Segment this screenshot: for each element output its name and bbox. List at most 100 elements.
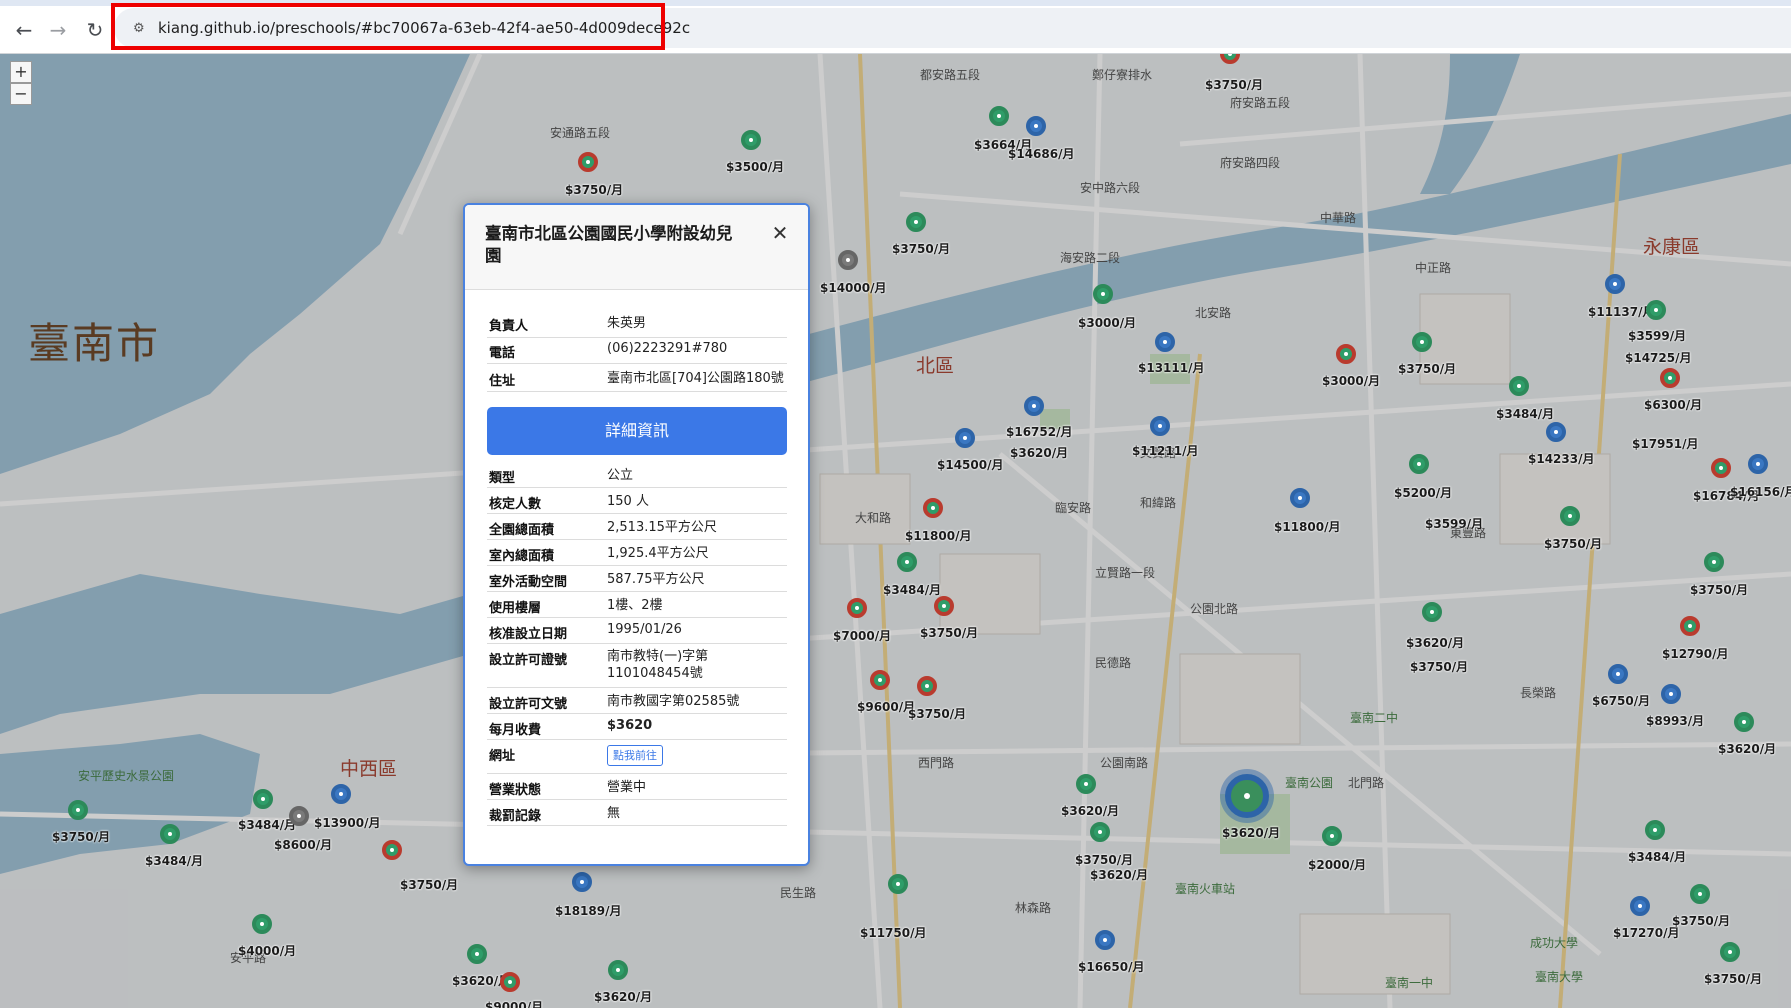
row-value: 公立 (607, 468, 634, 483)
preschool-marker[interactable] (1605, 274, 1625, 294)
preschool-marker[interactable] (1095, 930, 1115, 950)
preschool-marker[interactable] (1076, 774, 1096, 794)
zoom-out-button[interactable]: − (10, 83, 32, 105)
popup-header: 臺南市北區公園國民小學附設幼兒園 ✕ (465, 205, 808, 290)
preschool-marker[interactable] (934, 596, 954, 616)
preschool-marker[interactable] (1711, 458, 1731, 478)
preschool-marker[interactable] (1412, 332, 1432, 352)
price-label: $3599/月 (1628, 329, 1687, 343)
preschool-marker[interactable] (870, 670, 890, 690)
price-label: $3000/月 (1322, 374, 1381, 388)
preschool-marker[interactable] (1026, 116, 1046, 136)
arrow-right-icon[interactable]: → (46, 18, 70, 42)
poi-label: 臺南公園 (1285, 776, 1334, 790)
preschool-marker[interactable] (1546, 422, 1566, 442)
preschool-marker[interactable] (917, 676, 937, 696)
price-label: $14000/月 (820, 281, 887, 295)
preschool-marker[interactable] (1150, 416, 1170, 436)
arrow-left-icon[interactable]: ← (12, 18, 36, 42)
preschool-marker[interactable] (847, 598, 867, 618)
price-label: $5200/月 (1394, 486, 1453, 500)
preschool-marker[interactable] (1645, 820, 1665, 840)
close-icon[interactable]: ✕ (770, 223, 790, 243)
road-label: 林森路 (1015, 901, 1052, 915)
preschool-marker[interactable] (1024, 396, 1044, 416)
preschool-marker[interactable] (253, 789, 273, 809)
preschool-marker[interactable] (289, 806, 309, 826)
price-label: $14725/月 (1625, 351, 1692, 365)
district-label: 北區 (916, 355, 955, 377)
price-label: $3500/月 (726, 160, 785, 174)
price-label: $3750/月 (1205, 78, 1264, 92)
info-row: 負責人 朱英男 (487, 315, 787, 338)
preschool-marker[interactable] (572, 872, 592, 892)
reload-icon[interactable]: ↻ (83, 18, 107, 42)
info-row: 類型 公立 (487, 463, 787, 488)
preschool-marker[interactable] (1560, 506, 1580, 526)
price-label: $14233/月 (1528, 452, 1595, 466)
road-label: 安中路六段 (1080, 181, 1141, 195)
road-label: 立賢路一段 (1095, 566, 1156, 580)
preschool-marker[interactable] (68, 800, 88, 820)
preschool-marker[interactable] (608, 960, 628, 980)
preschool-marker[interactable] (1336, 344, 1356, 364)
preschool-marker[interactable] (1155, 332, 1175, 352)
preschool-marker[interactable] (741, 130, 761, 150)
zoom-in-button[interactable]: + (10, 61, 32, 83)
preschool-marker[interactable] (467, 944, 487, 964)
road-label: 大和路 (855, 511, 892, 525)
preschool-marker[interactable] (838, 250, 858, 270)
preschool-marker[interactable] (1704, 552, 1724, 572)
road-label: 西門路 (918, 756, 955, 770)
row-key: 營業狀態 (489, 783, 542, 798)
preschool-marker[interactable] (897, 552, 917, 572)
preschool-marker[interactable] (1660, 368, 1680, 388)
preschool-marker[interactable] (1690, 884, 1710, 904)
price-label: $3620/月 (1718, 742, 1777, 756)
preschool-marker[interactable] (331, 784, 351, 804)
preschool-marker[interactable] (888, 874, 908, 894)
selected-preschool-marker[interactable] (1225, 774, 1269, 818)
preschool-marker[interactable] (1422, 602, 1442, 622)
preschool-marker[interactable] (1509, 376, 1529, 396)
road-label: 都安路五段 (920, 68, 981, 82)
info-row: 每月收費 $3620 (487, 715, 787, 740)
preschool-marker[interactable] (1734, 712, 1754, 732)
preschool-marker[interactable] (1646, 300, 1666, 320)
preschool-marker[interactable] (1093, 284, 1113, 304)
price-label: $16156/月 (1730, 485, 1791, 499)
url-highlight-box (111, 3, 665, 50)
preschool-marker[interactable] (578, 152, 598, 172)
info-row: 使用樓層 1樓、2樓 (487, 593, 787, 618)
preschool-marker[interactable] (955, 428, 975, 448)
preschool-marker[interactable] (1608, 664, 1628, 684)
preschool-marker[interactable] (1630, 896, 1650, 916)
map-canvas[interactable]: + − 臺南市 北區 中西區 永康區 鄭仔寮排水 安通路五段 都安路五段 府安路… (0, 54, 1791, 1008)
preschool-marker[interactable] (160, 824, 180, 844)
price-label: $3620/月 (594, 990, 653, 1004)
preschool-marker[interactable] (1748, 454, 1768, 474)
preschool-marker[interactable] (1720, 942, 1740, 962)
preschool-marker[interactable] (1409, 454, 1429, 474)
map-base-layer (0, 54, 1791, 1008)
preschool-marker[interactable] (1661, 684, 1681, 704)
price-label: $9600/月 (857, 700, 916, 714)
preschool-marker[interactable] (252, 914, 272, 934)
preschool-marker[interactable] (1322, 826, 1342, 846)
owner-link[interactable]: 朱英男 (607, 315, 785, 332)
detail-button[interactable]: 詳細資訊 (487, 407, 787, 455)
preschool-marker[interactable] (989, 106, 1009, 126)
preschool-marker[interactable] (500, 972, 520, 992)
preschool-marker[interactable] (382, 840, 402, 860)
price-label: $3484/月 (883, 583, 942, 597)
preschool-marker[interactable] (1680, 616, 1700, 636)
preschool-marker[interactable] (906, 212, 926, 232)
preschool-marker[interactable] (923, 498, 943, 518)
info-row: 設立許可文號 南市教國字第02585號 (487, 689, 787, 714)
preschool-marker[interactable] (1090, 822, 1110, 842)
preschool-marker[interactable] (1290, 488, 1310, 508)
price-label: $3750/月 (400, 878, 459, 892)
price-label: $3750/月 (908, 707, 967, 721)
info-row: 核定人數 150 人 (487, 489, 787, 514)
visit-website-button[interactable]: 點我前往 (607, 745, 663, 766)
